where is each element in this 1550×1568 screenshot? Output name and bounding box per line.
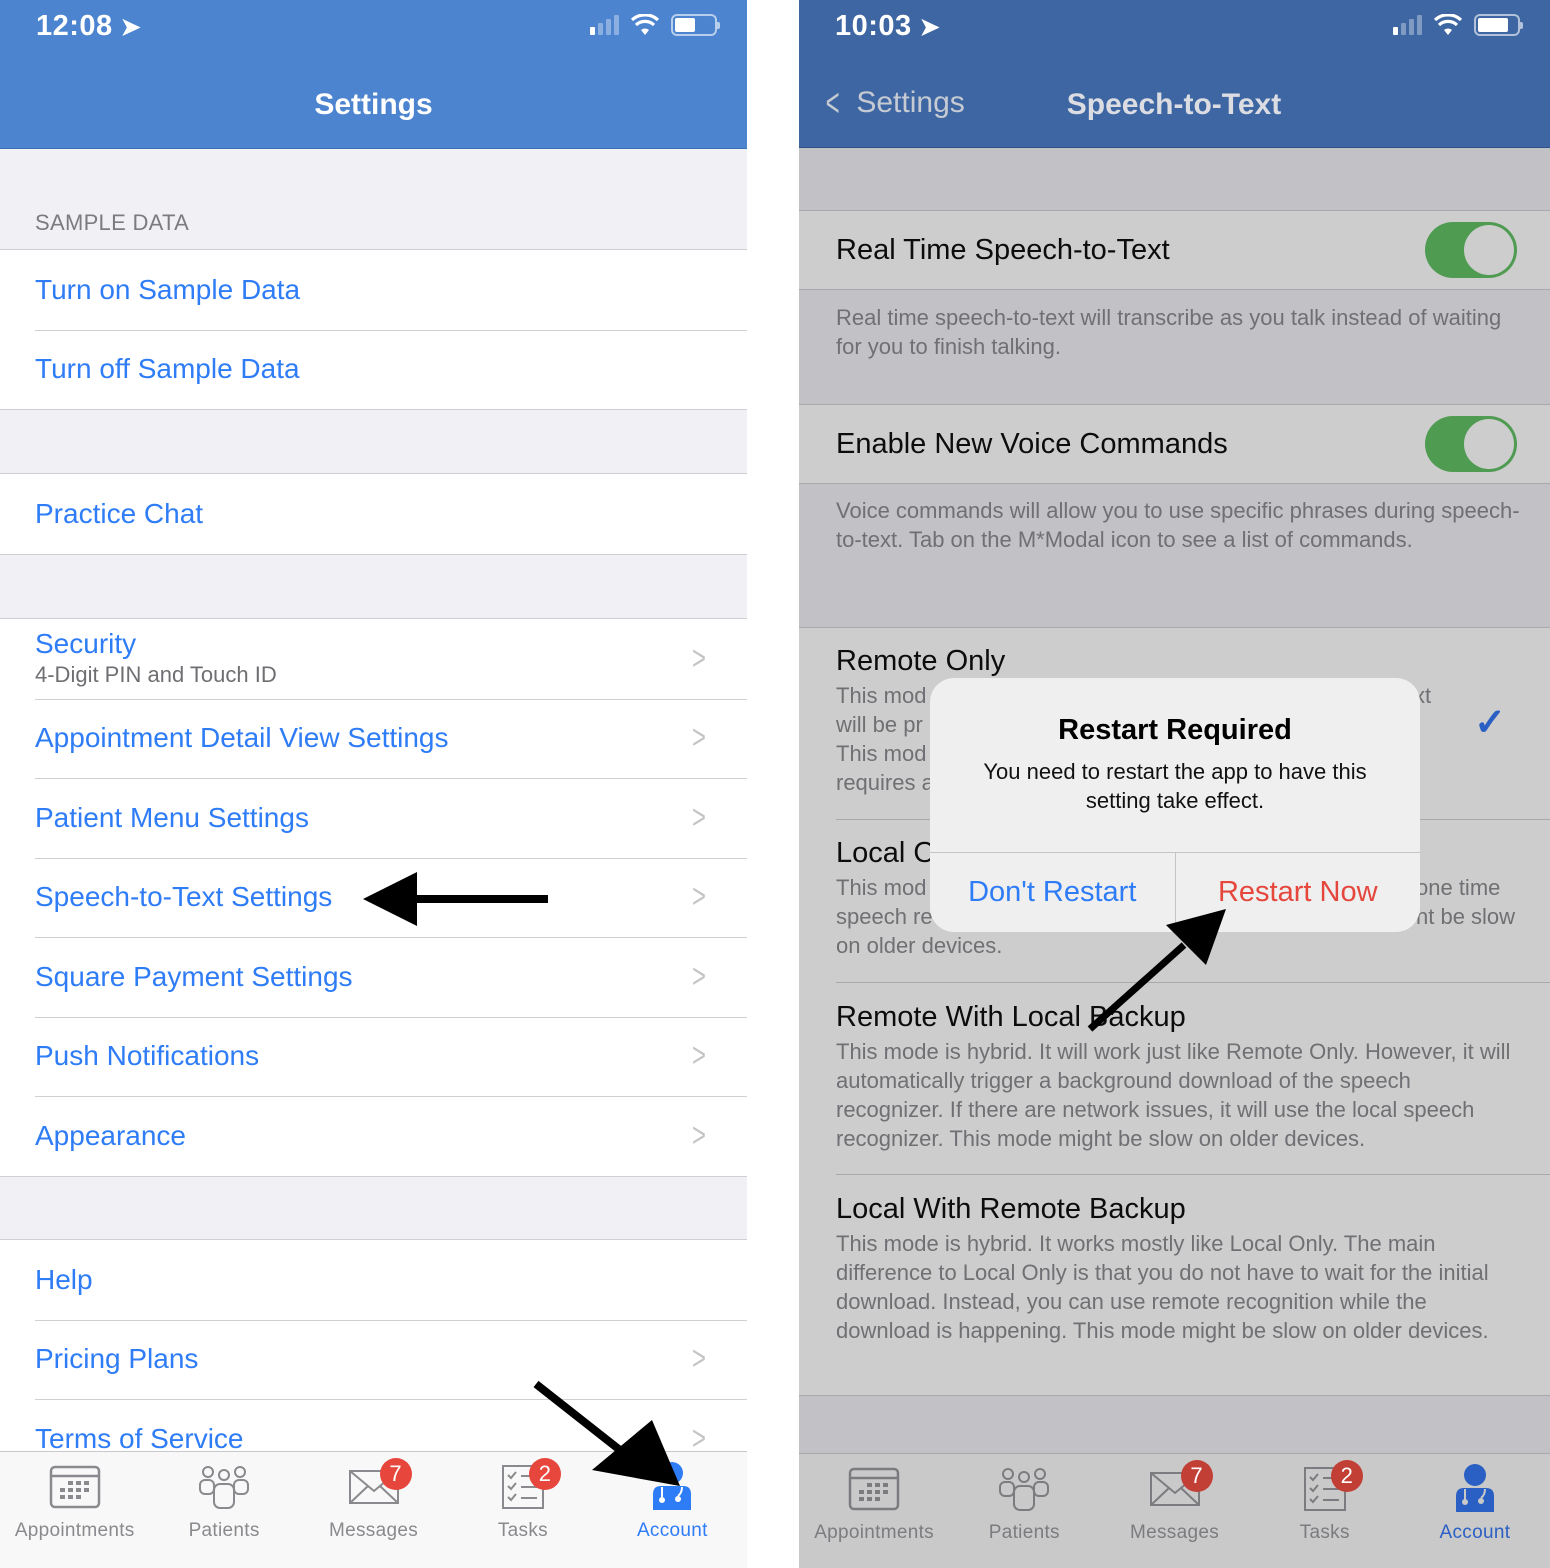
help-group: Help Pricing Plans > Terms of Service >	[0, 1239, 747, 1480]
doctor-icon	[644, 1462, 700, 1512]
tab-messages[interactable]: 7 Messages	[1099, 1454, 1249, 1568]
tab-tasks[interactable]: 2 Tasks	[1250, 1454, 1400, 1568]
alert-title: Restart Required	[1058, 714, 1292, 746]
status-time: 10:03 ➤	[835, 10, 941, 42]
speech-to-text-screen: 10:03 ➤ < Settings Speech-to-Text Real Ti…	[799, 0, 1550, 1568]
alert-message: You need to restart the app to have this…	[983, 759, 1367, 813]
tab-account[interactable]: Account	[1400, 1454, 1550, 1568]
push-notifications-row[interactable]: Push Notifications >	[0, 1016, 747, 1097]
envelope-icon: 7	[1147, 1460, 1213, 1514]
tab-bar: Appointments Patients 7 Messages 2 Tasks	[0, 1451, 747, 1568]
security-row[interactable]: Security 4-Digit PIN and Touch ID >	[0, 619, 747, 699]
section-header: SAMPLE DATA	[35, 210, 190, 235]
voice-commands-row: Enable New Voice Commands	[799, 405, 1550, 483]
real-time-speech-row: Real Time Speech-to-Text	[799, 211, 1550, 289]
sample-data-group: Turn on Sample Data Turn off Sample Data	[0, 249, 747, 410]
wifi-icon	[1434, 14, 1462, 35]
turn-on-sample-data-row[interactable]: Turn on Sample Data	[0, 250, 747, 330]
appearance-row[interactable]: Appearance >	[0, 1096, 747, 1176]
alert-buttons: Don't Restart Restart Now	[930, 852, 1420, 932]
speech-to-text-settings-row[interactable]: Speech-to-Text Settings >	[0, 857, 747, 938]
restart-required-alert: Restart Required You need to restart the…	[930, 678, 1420, 932]
envelope-icon: 7	[346, 1458, 412, 1512]
page-title: Settings	[314, 88, 433, 121]
voice-commands-toggle[interactable]	[1425, 416, 1517, 472]
voice-commands-group: Enable New Voice Commands	[799, 404, 1550, 484]
doctor-icon	[1447, 1464, 1503, 1514]
chevron-right-icon: >	[692, 957, 707, 996]
selected-checkmark-icon: ✓	[1474, 702, 1506, 744]
tab-appointments[interactable]: Appointments	[0, 1452, 149, 1568]
practice-chat-row[interactable]: Practice Chat	[0, 474, 747, 554]
status-time: 12:08 ➤	[36, 10, 142, 42]
checklist-icon: 2	[495, 1458, 561, 1512]
tasks-badge: 2	[1330, 1460, 1363, 1492]
turn-off-sample-data-row[interactable]: Turn off Sample Data	[0, 329, 747, 410]
people-icon	[196, 1462, 252, 1512]
restart-now-button[interactable]: Restart Now	[1174, 853, 1421, 932]
messages-badge: 7	[379, 1458, 412, 1490]
dont-restart-button[interactable]: Don't Restart	[930, 853, 1175, 932]
battery-icon	[671, 14, 720, 36]
real-time-speech-group: Real Time Speech-to-Text	[799, 210, 1550, 290]
chevron-right-icon: >	[692, 798, 707, 837]
tab-appointments[interactable]: Appointments	[799, 1454, 949, 1568]
tab-messages[interactable]: 7 Messages	[299, 1452, 448, 1568]
pricing-plans-row[interactable]: Pricing Plans >	[0, 1319, 747, 1400]
appointment-detail-view-settings-row[interactable]: Appointment Detail View Settings >	[0, 698, 747, 779]
chevron-right-icon: >	[692, 639, 707, 678]
cellular-signal-icon	[1393, 15, 1422, 35]
page-title: Speech-to-Text	[1066, 88, 1282, 121]
square-payment-settings-row[interactable]: Square Payment Settings >	[0, 937, 747, 1017]
real-time-speech-footer: Real time speech-to-text will transcribe…	[836, 305, 1502, 359]
voice-commands-footer: Voice commands will allow you to use spe…	[836, 498, 1520, 552]
tab-account[interactable]: Account	[598, 1452, 747, 1568]
settings-group: Security 4-Digit PIN and Touch ID > Appo…	[0, 618, 747, 1177]
mode-remote-with-local-backup[interactable]: Remote With Local Backup This mode is hy…	[836, 999, 1520, 1153]
patient-menu-settings-row[interactable]: Patient Menu Settings >	[0, 778, 747, 858]
cellular-signal-icon	[590, 15, 619, 35]
navigation-bar: 12:08 ➤ Settings	[0, 0, 747, 149]
chevron-right-icon: >	[692, 1036, 707, 1075]
location-arrow-icon: ➤	[919, 14, 941, 41]
help-row[interactable]: Help	[0, 1240, 747, 1320]
calendar-icon	[47, 1462, 103, 1512]
practice-chat-group: Practice Chat	[0, 473, 747, 555]
checklist-icon: 2	[1297, 1460, 1363, 1514]
chevron-right-icon: >	[692, 1116, 707, 1155]
tasks-badge: 2	[528, 1458, 561, 1490]
status-icons	[1393, 14, 1523, 36]
real-time-speech-toggle[interactable]	[1425, 222, 1517, 278]
tab-bar: Appointments Patients 7 Messages 2 Tasks	[799, 1453, 1550, 1568]
chevron-right-icon: >	[692, 1339, 707, 1378]
mode-local-with-remote-backup[interactable]: Local With Remote Backup This mode is hy…	[836, 1191, 1520, 1345]
tab-patients[interactable]: Patients	[949, 1454, 1099, 1568]
navigation-bar: 10:03 ➤ < Settings Speech-to-Text	[799, 0, 1550, 148]
people-icon	[996, 1464, 1052, 1514]
tab-tasks[interactable]: 2 Tasks	[448, 1452, 597, 1568]
chevron-right-icon: >	[692, 718, 707, 757]
tab-patients[interactable]: Patients	[149, 1452, 298, 1568]
chevron-right-icon: >	[692, 877, 707, 916]
wifi-icon	[631, 14, 659, 35]
settings-screen: 12:08 ➤ Settings SAMPLE DATA Turn on Samp…	[0, 0, 747, 1568]
calendar-icon	[846, 1464, 902, 1514]
security-subtitle: 4-Digit PIN and Touch ID	[35, 661, 277, 687]
messages-badge: 7	[1180, 1460, 1213, 1492]
status-icons	[590, 14, 720, 36]
battery-icon	[1474, 14, 1523, 36]
location-arrow-icon: ➤	[120, 14, 142, 41]
